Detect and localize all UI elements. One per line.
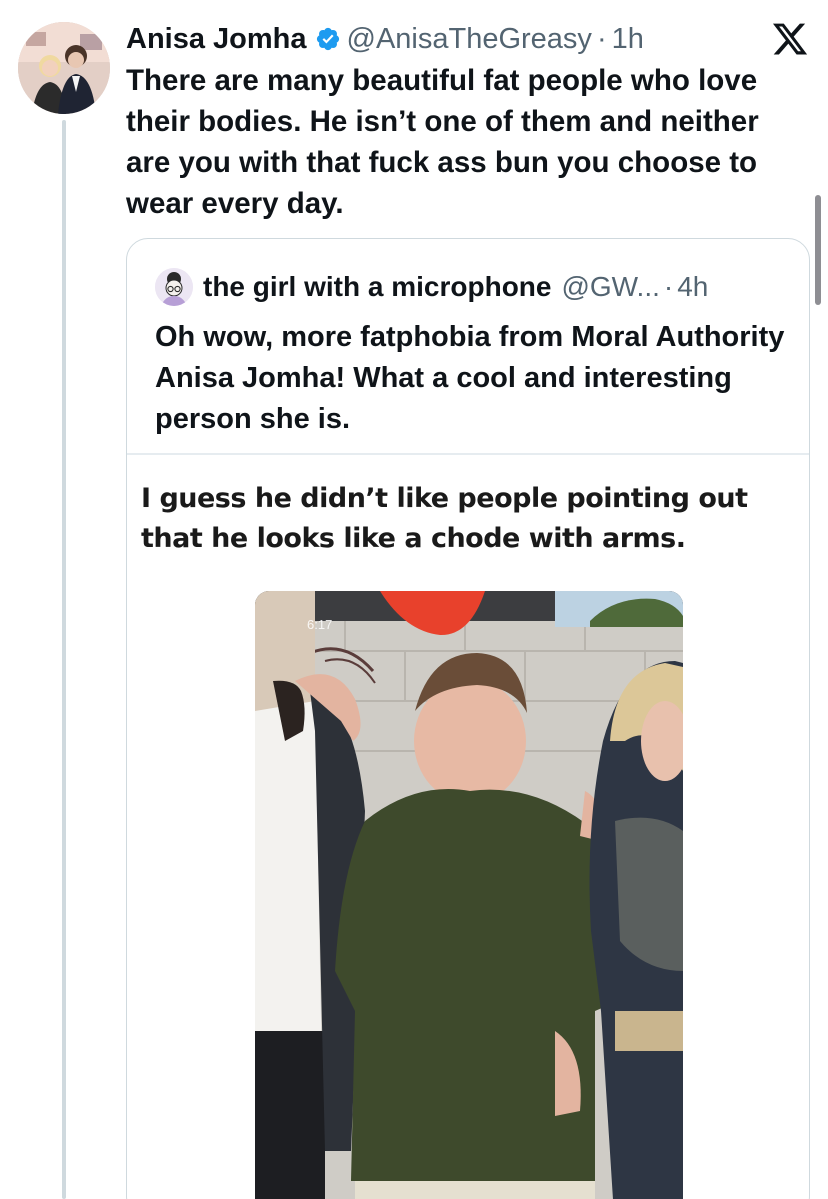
quoted-author-handle: @GW... xyxy=(561,271,660,302)
x-logo-icon[interactable] xyxy=(770,20,810,58)
author-avatar[interactable] xyxy=(18,22,110,114)
author-handle[interactable]: @AnisaTheGreasy xyxy=(347,23,592,56)
quoted-author-display-name: the girl with a microphone xyxy=(203,271,552,302)
quoted-tweet-header: the girl with a microphone @GW... · 4h xyxy=(155,267,708,307)
quoted-author-avatar xyxy=(155,268,193,306)
tweet-text: There are many beautiful fat people who … xyxy=(126,64,759,220)
quoted-tweet-card[interactable]: the girl with a microphone @GW... · 4h O… xyxy=(126,238,810,1199)
verified-badge-icon xyxy=(315,26,341,52)
scroll-indicator[interactable] xyxy=(815,195,821,305)
quoted-tweet-text: Oh wow, more fatphobia from Moral Author… xyxy=(155,321,785,435)
photo-status-time: 6:17 xyxy=(307,617,333,632)
quoted-header-separator: · xyxy=(663,271,674,302)
tweet-timestamp[interactable]: 1h xyxy=(612,23,644,56)
header-separator: · xyxy=(596,22,607,55)
quoted-tweet-timestamp: 4h xyxy=(677,271,709,302)
thread-line xyxy=(62,120,66,1199)
tweet-header: Anisa Jomha @AnisaTheGreasy · 1h xyxy=(126,22,644,56)
author-display-name[interactable]: Anisa Jomha xyxy=(126,23,307,56)
embedded-screenshot-caption: I guess he didn’t like people pointing o… xyxy=(141,483,748,554)
tweet-view: Anisa Jomha @AnisaTheGreasy · 1h There a… xyxy=(0,0,828,1199)
embedded-photo[interactable]: 6:17 xyxy=(255,591,683,1199)
quoted-media-divider xyxy=(127,453,809,455)
group-photo-image xyxy=(255,591,683,1199)
author-avatar-image xyxy=(18,22,110,114)
